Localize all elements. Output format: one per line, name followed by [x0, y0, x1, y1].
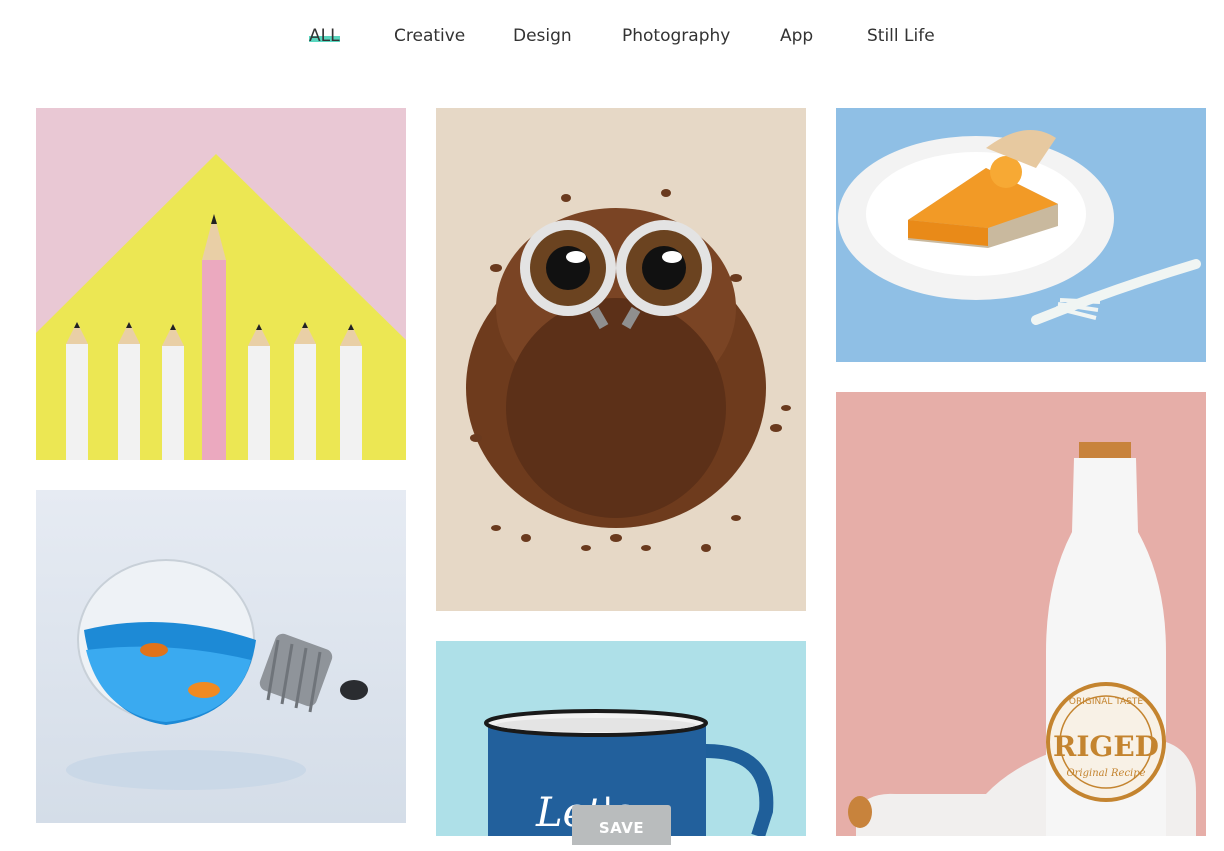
pie-slice-photo — [836, 108, 1206, 362]
filter-still-life[interactable]: Still Life — [867, 26, 935, 46]
filter-photography-label: Photography — [622, 26, 731, 46]
pencils-photo — [36, 108, 406, 460]
gallery-item-pie-slice[interactable] — [836, 108, 1206, 362]
filter-still-life-label: Still Life — [867, 26, 935, 46]
fish-bulb-photo — [36, 490, 406, 823]
filter-creative[interactable]: Creative — [394, 26, 465, 46]
portfolio-filter-bar: ALL Creative Design Photography App Stil… — [0, 26, 1224, 56]
bottle-ring-text: ORIGINAL TASTE — [1069, 697, 1144, 707]
save-button[interactable]: SAVE — [572, 805, 671, 845]
gallery-item-coffee-owl[interactable] — [436, 108, 806, 611]
gallery-item-bottle[interactable]: ORIGINAL TASTE RIGED Original Recipe — [836, 392, 1206, 836]
filter-app-label: App — [780, 26, 814, 46]
filter-all-label: ALL — [309, 26, 340, 46]
filter-creative-label: Creative — [394, 26, 466, 46]
filter-app[interactable]: App — [780, 26, 813, 46]
bottle-brand-text: RIGED — [1053, 730, 1159, 763]
filter-design[interactable]: Design — [513, 26, 572, 46]
bottle-tagline-text: Original Recipe — [1066, 768, 1145, 779]
filter-design-label: Design — [513, 26, 572, 46]
gallery-item-fish-bulb[interactable] — [36, 490, 406, 823]
filter-all[interactable]: ALL — [309, 26, 340, 46]
filter-photography[interactable]: Photography — [622, 26, 730, 46]
coffee-owl-photo — [436, 108, 806, 611]
gallery-item-pencils[interactable] — [36, 108, 406, 460]
bottle-photo: ORIGINAL TASTE RIGED Original Recipe — [836, 392, 1206, 836]
